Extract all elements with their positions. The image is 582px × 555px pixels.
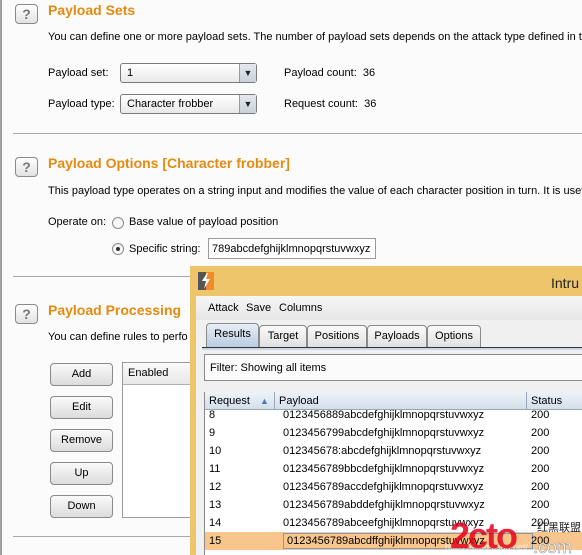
status-cell: 200 bbox=[531, 463, 550, 475]
request-count-label-text: Request count: bbox=[284, 98, 358, 110]
payload-set-select[interactable]: 1 ▼ bbox=[120, 63, 257, 83]
burp-lightning-icon bbox=[198, 272, 214, 290]
payload-options-help-icon[interactable]: ? bbox=[15, 157, 38, 177]
payload-options-description: This payload type operates on a string i… bbox=[48, 185, 582, 197]
tab-positions[interactable]: Positions bbox=[307, 325, 367, 347]
payload-processing-title: Payload Processing bbox=[48, 302, 182, 318]
payload-cell: 0123456789abcdffghijklmnopqrstuvwxyz bbox=[283, 533, 533, 549]
table-row[interactable]: 11 0123456789bbcdefghijklmnopqrstuvwxyz 20… bbox=[205, 460, 582, 478]
payload-set-label: Payload set: bbox=[48, 67, 109, 79]
request-count-label: Request count: 36 bbox=[284, 98, 376, 110]
payload-type-label: Payload type: bbox=[48, 98, 115, 110]
status-cell: 200 bbox=[531, 427, 550, 439]
status-cell: 200 bbox=[531, 535, 550, 547]
menu-attack[interactable]: Attack bbox=[208, 302, 239, 314]
edit-rule-button[interactable]: Edit bbox=[50, 396, 113, 419]
payload-set-value: 1 bbox=[127, 67, 134, 79]
request-cell: 15 bbox=[209, 535, 222, 547]
payload-cell: 0123456889abcdefghijklmnopqrstuvwxyz bbox=[283, 409, 485, 421]
payload-cell: 012345678:abcdefghijklmnopqrstuvwxyz bbox=[283, 445, 482, 457]
request-cell: 9 bbox=[209, 427, 216, 439]
status-cell: 200 bbox=[531, 409, 550, 421]
request-cell: 8 bbox=[209, 409, 216, 421]
payload-cell: 0123456799abcdefghijklmnopqrstuvwxyz bbox=[283, 427, 485, 439]
payload-type-value: Character frobber bbox=[127, 98, 214, 110]
results-table-header: Request ▲ Payload Status bbox=[205, 392, 582, 410]
menu-bar: Attack Save Columns bbox=[196, 296, 582, 320]
payload-type-select[interactable]: Character frobber ▼ bbox=[120, 94, 257, 114]
section-divider bbox=[13, 276, 193, 277]
specific-string-radio[interactable] bbox=[112, 243, 124, 255]
table-row[interactable]: 12 0123456789accdefghijklmnopqrstuvwxyz 20… bbox=[205, 478, 582, 496]
table-row[interactable]: 15 0123456789abcdffghijklmnopqrstuvwxyz 20… bbox=[205, 532, 582, 550]
specific-string-radio-label[interactable]: Specific string: bbox=[129, 243, 201, 255]
chevron-down-icon[interactable]: ▼ bbox=[239, 95, 256, 113]
payload-sets-description: You can define one or more payload sets.… bbox=[48, 31, 582, 43]
filter-bar[interactable]: Filter: Showing all items bbox=[204, 354, 582, 381]
status-cell: 200 bbox=[531, 517, 550, 529]
payload-sets-help-icon[interactable]: ? bbox=[15, 4, 38, 24]
tab-underline bbox=[202, 347, 582, 350]
payload-sets-title: Payload Sets bbox=[48, 2, 136, 18]
intruder-content: Attack Save Columns Results Target Posit… bbox=[196, 296, 582, 555]
results-table[interactable]: 8 0123456889abcdefghijklmnopqrstuvwxyz 200… bbox=[204, 392, 582, 555]
request-cell: 11 bbox=[209, 463, 221, 475]
specific-string-input[interactable]: 789abcdefghijklmnopqrstuvwxyz bbox=[208, 238, 376, 259]
base-value-radio[interactable] bbox=[112, 217, 124, 229]
tab-payloads[interactable]: Payloads bbox=[367, 325, 427, 347]
add-rule-button[interactable]: Add bbox=[50, 363, 113, 386]
payload-processing-description: You can define rules to perfo bbox=[48, 331, 188, 343]
column-header-payload[interactable]: Payload bbox=[275, 392, 527, 410]
base-value-radio-label[interactable]: Base value of payload position bbox=[129, 216, 278, 228]
down-rule-button[interactable]: Down bbox=[50, 495, 113, 518]
table-row[interactable]: 10 012345678:abcdefghijklmnopqrstuvwxyz 20… bbox=[205, 442, 582, 460]
table-row[interactable]: 9 0123456799abcdefghijklmnopqrstuvwxyz 200 bbox=[205, 424, 582, 442]
request-cell: 14 bbox=[209, 517, 222, 529]
status-cell: 200 bbox=[531, 481, 550, 493]
status-cell: 200 bbox=[531, 445, 550, 457]
section-divider bbox=[13, 536, 193, 537]
table-row[interactable]: 14 0123456789abceefghijklmnopqrstuvwxyz 20… bbox=[205, 514, 582, 532]
payload-cell: 0123456789abddefghijklmnopqrstuvwxyz bbox=[283, 499, 485, 511]
payload-processing-help-icon[interactable]: ? bbox=[15, 304, 38, 324]
panel-left-border bbox=[0, 0, 2, 555]
payload-options-title: Payload Options [Character frobber] bbox=[48, 155, 290, 171]
column-header-request[interactable]: Request ▲ bbox=[205, 392, 275, 410]
request-count-value: 36 bbox=[364, 98, 377, 110]
tab-target[interactable]: Target bbox=[259, 325, 307, 347]
request-cell: 10 bbox=[209, 445, 222, 457]
up-rule-button[interactable]: Up bbox=[50, 462, 113, 485]
payload-cell: 0123456789accdefghijklmnopqrstuvwxyz bbox=[283, 481, 484, 493]
operate-on-label: Operate on: bbox=[48, 216, 107, 228]
table-row[interactable]: 13 0123456789abddefghijklmnopqrstuvwxyz 20… bbox=[205, 496, 582, 514]
tab-options[interactable]: Options bbox=[427, 325, 481, 347]
section-divider bbox=[13, 133, 582, 134]
payload-count-label-text: Payload count: bbox=[284, 67, 357, 79]
payload-cell: 0123456789bbcdefghijklmnopqrstuvwxyz bbox=[283, 463, 485, 475]
payload-count-value: 36 bbox=[362, 67, 376, 79]
payload-cell: 0123456789abceefghijklmnopqrstuvwxyz bbox=[283, 517, 485, 529]
menu-columns[interactable]: Columns bbox=[279, 302, 322, 314]
column-header-request-label: Request bbox=[209, 395, 250, 407]
menu-save[interactable]: Save bbox=[246, 302, 271, 314]
request-cell: 13 bbox=[209, 499, 222, 511]
intruder-attack-window[interactable]: Intru Attack Save Columns Results Target… bbox=[190, 266, 582, 555]
status-cell: 200 bbox=[531, 499, 550, 511]
column-header-status[interactable]: Status bbox=[527, 392, 582, 410]
payload-count-label: Payload count: 36 bbox=[284, 67, 375, 79]
request-cell: 12 bbox=[209, 481, 222, 493]
remove-rule-button[interactable]: Remove bbox=[50, 429, 113, 452]
chevron-down-icon[interactable]: ▼ bbox=[239, 64, 256, 82]
tab-results[interactable]: Results bbox=[206, 323, 259, 348]
window-title: Intru bbox=[551, 275, 580, 291]
sort-ascending-icon[interactable]: ▲ bbox=[260, 396, 269, 406]
results-table-body: 8 0123456889abcdefghijklmnopqrstuvwxyz 200… bbox=[205, 406, 582, 550]
